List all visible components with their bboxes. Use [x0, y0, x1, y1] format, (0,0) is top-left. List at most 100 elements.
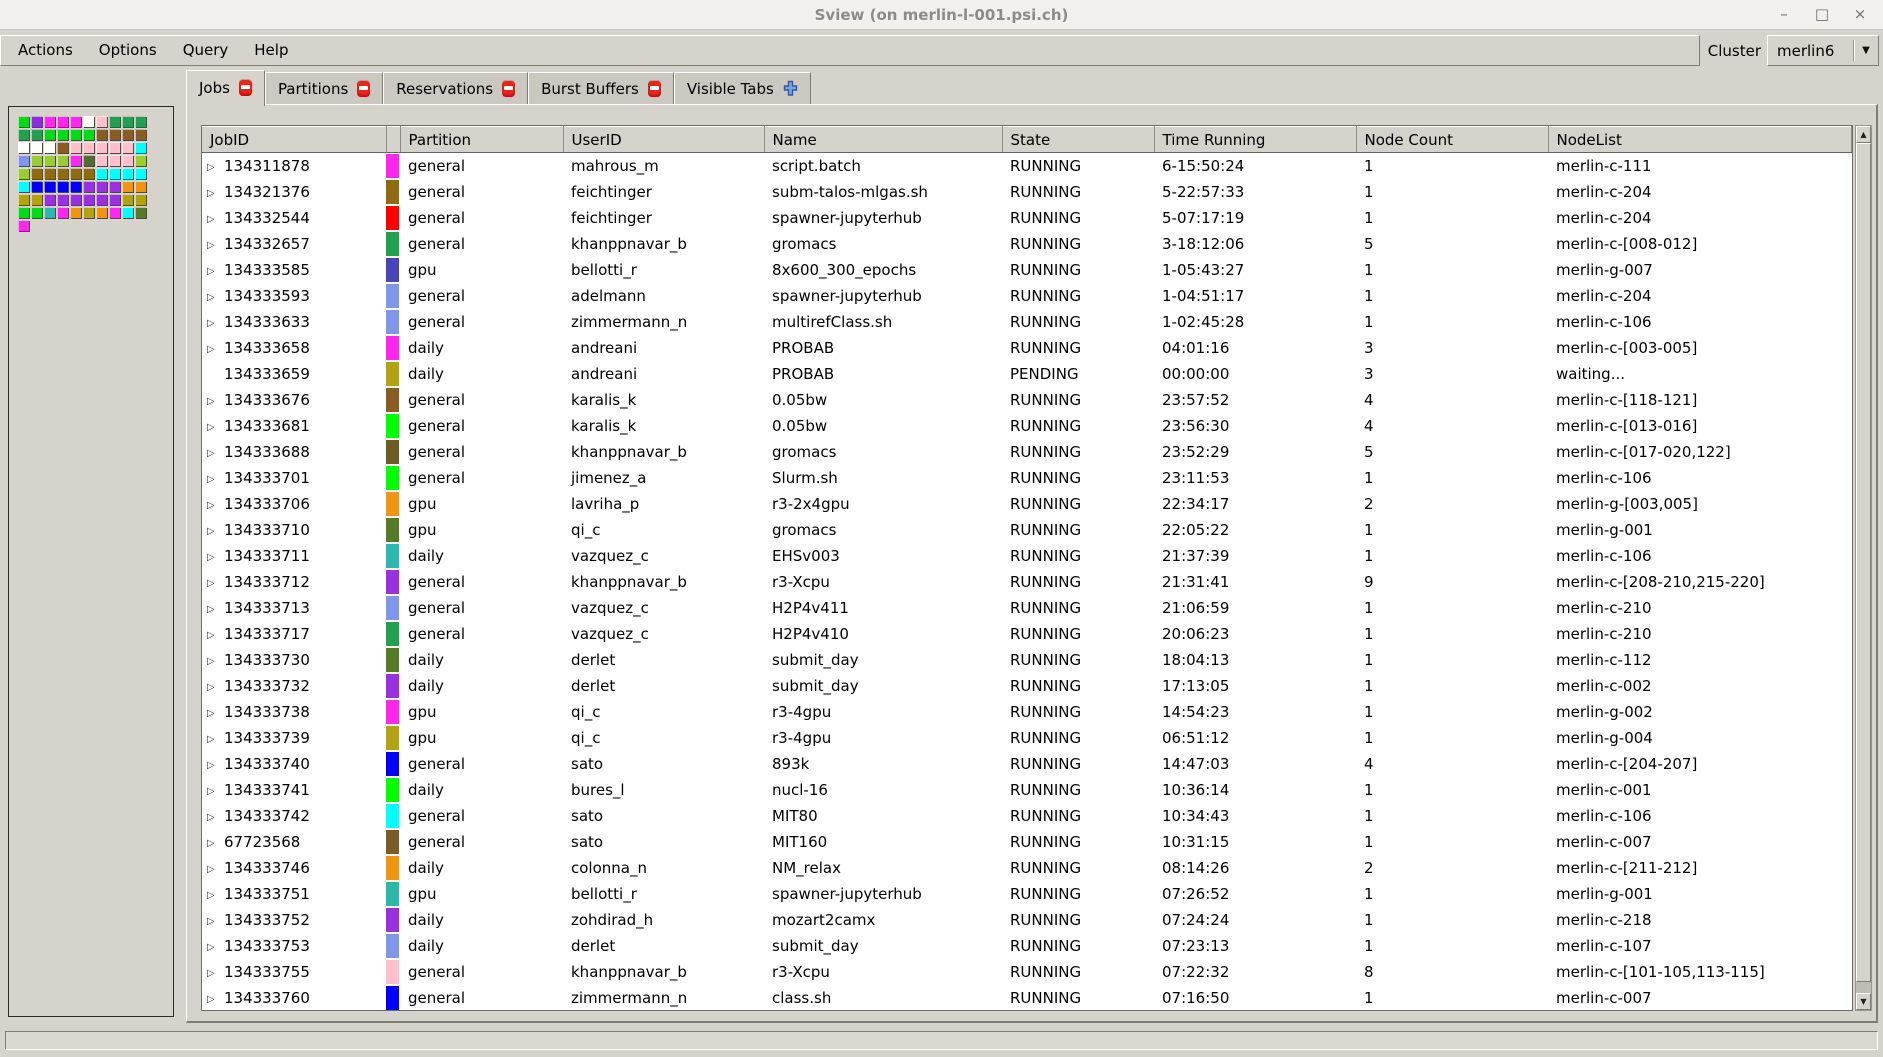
node-grid-cell[interactable] — [83, 168, 94, 179]
node-grid-cell[interactable] — [18, 129, 29, 140]
node-grid-cell[interactable] — [109, 194, 120, 205]
scrollbar-thumb[interactable] — [1856, 143, 1871, 982]
table-row[interactable]: 134333730 daily derlet submit_day RUNNIN… — [202, 647, 1852, 673]
row-expander-icon[interactable] — [207, 214, 224, 225]
table-row[interactable]: 134333676 general karalis_k 0.05bw RUNNI… — [202, 387, 1852, 413]
node-grid-cell[interactable] — [135, 129, 146, 140]
node-grid-cell[interactable] — [96, 181, 107, 192]
table-row[interactable]: 134333688 general khanppnavar_b gromacs … — [202, 439, 1852, 465]
tab-jobs[interactable]: Jobs — [186, 70, 265, 106]
table-row[interactable]: 134333706 gpu lavriha_p r3-2x4gpu RUNNIN… — [202, 491, 1852, 517]
node-grid-cell[interactable] — [135, 155, 146, 166]
column-header-state[interactable]: State — [1002, 127, 1154, 153]
node-grid-cell[interactable] — [83, 181, 94, 192]
minimize-icon[interactable]: – — [1775, 7, 1793, 22]
node-grid-cell[interactable] — [122, 155, 133, 166]
column-header-jobid[interactable]: JobID — [202, 127, 386, 153]
node-grid-cell[interactable] — [57, 194, 68, 205]
node-grid-cell[interactable] — [83, 207, 94, 218]
node-grid-cell[interactable] — [44, 181, 55, 192]
table-row[interactable]: 134333753 daily derlet submit_day RUNNIN… — [202, 933, 1852, 959]
node-grid-cell[interactable] — [70, 181, 81, 192]
column-header-partition[interactable]: Partition — [400, 127, 563, 153]
table-row[interactable]: 134333712 general khanppnavar_b r3-Xcpu … — [202, 569, 1852, 595]
node-grid-cell[interactable] — [135, 207, 146, 218]
node-grid-cell[interactable] — [18, 220, 29, 231]
row-expander-icon[interactable] — [207, 344, 224, 355]
table-row[interactable]: 134333710 gpu qi_c gromacs RUNNING 22:05… — [202, 517, 1852, 543]
row-expander-icon[interactable] — [207, 526, 224, 537]
table-row[interactable]: 134311878 general mahrous_m script.batch… — [202, 153, 1852, 180]
row-expander-icon[interactable] — [207, 162, 224, 173]
tab-reservations[interactable]: Reservations — [383, 72, 528, 104]
row-expander-icon[interactable] — [207, 266, 224, 277]
row-expander-icon[interactable] — [207, 968, 224, 979]
row-expander-icon[interactable] — [207, 630, 224, 641]
row-expander-icon[interactable] — [207, 318, 224, 329]
row-expander-icon[interactable] — [207, 838, 224, 849]
node-grid-cell[interactable] — [135, 116, 146, 127]
menu-options[interactable]: Options — [86, 36, 170, 65]
cluster-select[interactable]: merlin6 ▼ — [1767, 35, 1879, 66]
table-row[interactable]: 134321376 general feichtinger subm-talos… — [202, 179, 1852, 205]
node-grid-cell[interactable] — [31, 155, 42, 166]
table-row[interactable]: 134333585 gpu bellotti_r 8x600_300_epoch… — [202, 257, 1852, 283]
node-grid-cell[interactable] — [122, 116, 133, 127]
node-grid-cell[interactable] — [122, 181, 133, 192]
node-grid-cell[interactable] — [44, 129, 55, 140]
menu-actions[interactable]: Actions — [5, 36, 86, 65]
table-row[interactable]: 134333741 daily bures_l nucl-16 RUNNING … — [202, 777, 1852, 803]
node-grid-cell[interactable] — [96, 168, 107, 179]
tab-close-icon[interactable] — [239, 79, 252, 96]
node-grid-cell[interactable] — [135, 168, 146, 179]
row-expander-icon[interactable] — [207, 422, 224, 433]
tab-visible-tabs[interactable]: Visible Tabs — [674, 72, 811, 104]
node-grid-cell[interactable] — [109, 129, 120, 140]
row-expander-icon[interactable] — [207, 864, 224, 875]
node-grid-cell[interactable] — [44, 116, 55, 127]
column-header-userid[interactable]: UserID — [563, 127, 764, 153]
table-row[interactable]: 134333633 general zimmermann_n multirefC… — [202, 309, 1852, 335]
table-row[interactable]: 134333738 gpu qi_c r3-4gpu RUNNING 14:54… — [202, 699, 1852, 725]
node-grid-cell[interactable] — [83, 194, 94, 205]
node-grid-cell[interactable] — [44, 168, 55, 179]
node-grid-cell[interactable] — [57, 129, 68, 140]
row-expander-icon[interactable] — [207, 500, 224, 511]
menu-help[interactable]: Help — [241, 36, 301, 65]
row-expander-icon[interactable] — [207, 890, 224, 901]
table-row[interactable]: 134333717 general vazquez_c H2P4v410 RUN… — [202, 621, 1852, 647]
table-row[interactable]: 134333752 daily zohdirad_h mozart2camx R… — [202, 907, 1852, 933]
node-grid-cell[interactable] — [135, 194, 146, 205]
table-row[interactable]: 134333760 general zimmermann_n class.sh … — [202, 985, 1852, 1011]
table-row[interactable]: 134333755 general khanppnavar_b r3-Xcpu … — [202, 959, 1852, 985]
node-grid-cell[interactable] — [57, 181, 68, 192]
node-grid-cell[interactable] — [109, 168, 120, 179]
row-expander-icon[interactable] — [207, 604, 224, 615]
column-header-time-running[interactable]: Time Running — [1154, 127, 1356, 153]
plus-icon[interactable] — [783, 80, 798, 97]
node-grid-cell[interactable] — [44, 194, 55, 205]
node-grid-cell[interactable] — [31, 129, 42, 140]
node-grid-cell[interactable] — [31, 207, 42, 218]
node-grid-cell[interactable] — [31, 142, 42, 153]
row-expander-icon[interactable] — [207, 786, 224, 797]
maximize-icon[interactable]: □ — [1813, 7, 1831, 22]
node-grid-cell[interactable] — [70, 194, 81, 205]
node-grid-cell[interactable] — [44, 142, 55, 153]
row-expander-icon[interactable] — [207, 448, 224, 459]
table-row[interactable]: 134333659 daily andreani PROBAB PENDING … — [202, 361, 1852, 387]
table-row[interactable]: 134333751 gpu bellotti_r spawner-jupyter… — [202, 881, 1852, 907]
node-grid-cell[interactable] — [83, 129, 94, 140]
row-expander-icon[interactable] — [207, 942, 224, 953]
table-row[interactable]: 134333681 general karalis_k 0.05bw RUNNI… — [202, 413, 1852, 439]
menu-query[interactable]: Query — [170, 36, 242, 65]
table-row[interactable]: 134333593 general adelmann spawner-jupyt… — [202, 283, 1852, 309]
node-grid-cell[interactable] — [96, 129, 107, 140]
node-grid-cell[interactable] — [18, 155, 29, 166]
row-expander-icon[interactable] — [207, 656, 224, 667]
node-grid-cell[interactable] — [44, 155, 55, 166]
node-grid-cell[interactable] — [44, 207, 55, 218]
table-row[interactable]: 134332544 general feichtinger spawner-ju… — [202, 205, 1852, 231]
close-icon[interactable]: × — [1851, 7, 1869, 22]
tab-close-icon[interactable] — [357, 80, 370, 97]
